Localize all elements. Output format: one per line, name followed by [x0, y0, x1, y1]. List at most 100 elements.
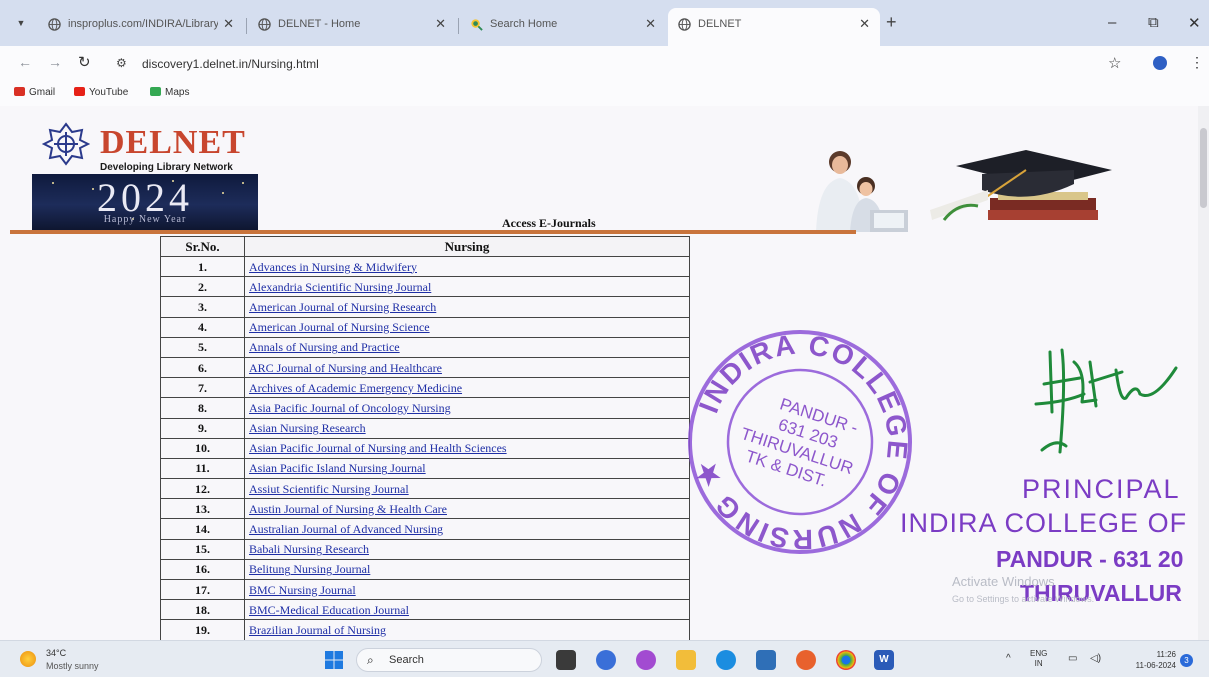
system-clock[interactable]: 11:26 11-06-2024	[1118, 649, 1176, 671]
tab-delnet-active[interactable]: DELNET ✕	[668, 8, 880, 46]
bookmark-gmail[interactable]: Gmail	[14, 87, 55, 98]
journal-link[interactable]: ARC Journal of Nursing and Healthcare	[249, 361, 442, 375]
clock-date: 11-06-2024	[1135, 661, 1176, 670]
meet-chat-icon[interactable]	[596, 650, 616, 670]
file-explorer-icon[interactable]	[676, 650, 696, 670]
journal-link[interactable]: American Journal of Nursing Research	[249, 300, 436, 314]
journal-link[interactable]: Austin Journal of Nursing & Health Care	[249, 502, 447, 516]
journal-link[interactable]: Assiut Scientific Nursing Journal	[249, 482, 409, 496]
bookmark-youtube[interactable]: YouTube	[74, 87, 128, 98]
notification-badge[interactable]: 3	[1180, 654, 1193, 667]
language-code: ENG	[1030, 649, 1048, 658]
tab-search-chevron-icon[interactable]: ▼	[12, 14, 30, 32]
journal-link[interactable]: BMC-Medical Education Journal	[249, 603, 409, 617]
row-number: 1.	[160, 255, 245, 278]
minimize-icon[interactable]: –	[1108, 14, 1116, 31]
row-number: 10.	[160, 437, 245, 459]
table-row: 18. BMC-Medical Education Journal	[160, 599, 690, 621]
journal-cell: Assiut Scientific Nursing Journal	[244, 478, 690, 500]
task-view-icon[interactable]	[556, 650, 576, 670]
bookmark-maps[interactable]: Maps	[150, 87, 189, 98]
globe-icon	[258, 18, 271, 31]
tab-label: DELNET	[698, 18, 742, 30]
banner-subtitle: Happy New Year	[103, 214, 187, 225]
journal-link[interactable]: Brazilian Journal of Nursing	[249, 623, 386, 637]
tab-label: DELNET - Home	[278, 18, 361, 30]
delnet-emblem-icon	[42, 122, 90, 166]
profile-avatar-icon[interactable]	[1153, 56, 1167, 70]
table-row: 1. Advances in Nursing & Midwifery	[160, 255, 690, 278]
row-number: 19.	[160, 619, 245, 640]
tab-delnet-home[interactable]: DELNET - Home ✕	[248, 10, 456, 40]
column-header-srno: Sr.No.	[160, 236, 245, 257]
journal-link[interactable]: Advances in Nursing & Midwifery	[249, 260, 417, 274]
journal-cell: Advances in Nursing & Midwifery	[244, 255, 690, 278]
journal-link[interactable]: Annals of Nursing and Practice	[249, 340, 400, 354]
row-number: 12.	[160, 478, 245, 500]
globe-icon	[678, 18, 691, 31]
journal-link[interactable]: Archives of Academic Emergency Medicine	[249, 381, 462, 395]
row-number: 15.	[160, 538, 245, 560]
journal-link[interactable]: Belitung Nursing Journal	[249, 562, 370, 576]
volume-icon[interactable]: ◁)	[1090, 653, 1101, 664]
windows-taskbar: 34°C Mostly sunny ⌕ Search W ^ ENG IN ▭ …	[0, 640, 1209, 677]
wifi-icon[interactable]: ▭	[1068, 653, 1077, 664]
sun-weather-icon[interactable]	[20, 651, 36, 667]
tray-expand-chevron-icon[interactable]: ^	[1006, 653, 1011, 664]
youtube-icon	[74, 87, 85, 96]
clock-time: 11:26	[1156, 650, 1176, 659]
restore-icon[interactable]: ⧉	[1148, 14, 1159, 31]
windows-start-icon[interactable]	[324, 650, 344, 670]
gmail-icon	[14, 87, 25, 96]
journal-cell: Asian Pacific Island Nursing Journal	[244, 457, 690, 480]
forward-arrow-icon[interactable]: →	[48, 54, 62, 70]
tab-close-icon[interactable]: ✕	[223, 16, 234, 32]
journal-cell: Austin Journal of Nursing & Health Care	[244, 498, 690, 520]
journal-link[interactable]: American Journal of Nursing Science	[249, 320, 430, 334]
more-menu-icon[interactable]: ⋮	[1190, 54, 1204, 71]
reload-icon[interactable]: ↻	[78, 53, 91, 71]
table-row: 4. American Journal of Nursing Science	[160, 316, 690, 338]
journal-link[interactable]: Asia Pacific Journal of Oncology Nursing	[249, 401, 451, 415]
journal-cell: American Journal of Nursing Research	[244, 296, 690, 318]
tab-close-icon[interactable]: ✕	[645, 16, 656, 32]
page-scrollbar[interactable]	[1198, 106, 1209, 640]
window-close-icon[interactable]: ✕	[1188, 14, 1201, 32]
journal-link[interactable]: Asian Pacific Island Nursing Journal	[249, 461, 426, 475]
journal-link[interactable]: Alexandria Scientific Nursing Journal	[249, 280, 431, 294]
firefox-icon[interactable]	[796, 650, 816, 670]
journal-link[interactable]: BMC Nursing Journal	[249, 583, 356, 597]
taskbar-search-box[interactable]: ⌕ Search	[356, 648, 542, 672]
scrollbar-thumb[interactable]	[1200, 128, 1207, 208]
column-header-nursing: Nursing	[244, 236, 690, 257]
tab-close-icon[interactable]: ✕	[859, 16, 870, 32]
keyboard-language[interactable]: ENG IN	[1030, 649, 1047, 669]
row-number: 3.	[160, 296, 245, 318]
chrome-icon[interactable]	[836, 650, 856, 670]
journal-link[interactable]: Asian Nursing Research	[249, 421, 366, 435]
tab-close-icon[interactable]: ✕	[435, 16, 446, 32]
back-arrow-icon[interactable]: ←	[18, 54, 32, 70]
journal-link[interactable]: Australian Journal of Advanced Nursing	[249, 522, 443, 536]
new-tab-plus-icon[interactable]: +	[886, 12, 897, 33]
site-info-tune-icon[interactable]: ⚙	[116, 56, 127, 70]
journal-cell: Asia Pacific Journal of Oncology Nursing	[244, 397, 690, 419]
journal-link[interactable]: Asian Pacific Journal of Nursing and Hea…	[249, 441, 507, 455]
bookmark-star-icon[interactable]: ☆	[1108, 54, 1121, 72]
copilot-icon[interactable]	[636, 650, 656, 670]
browser-tab-strip: ▼ insproplus.com/INDIRA/Library ✕ DELNET…	[0, 0, 1209, 46]
tab-label: Search Home	[490, 18, 558, 30]
url-text[interactable]: discovery1.delnet.in/Nursing.html	[142, 57, 319, 71]
address-bar[interactable]: ⚙ discovery1.delnet.in/Nursing.html	[108, 50, 1138, 78]
tab-insproplus[interactable]: insproplus.com/INDIRA/Library ✕	[38, 10, 244, 40]
principal-seal-line-1: PRINCIPAL	[1022, 474, 1181, 504]
journal-link[interactable]: Babali Nursing Research	[249, 542, 369, 556]
journal-cell: American Journal of Nursing Science	[244, 316, 690, 338]
microsoft-store-icon[interactable]	[756, 650, 776, 670]
edge-browser-icon[interactable]	[716, 650, 736, 670]
tab-search-home[interactable]: Search Home ✕	[460, 10, 666, 40]
row-number: 13.	[160, 498, 245, 520]
row-number: 18.	[160, 599, 245, 621]
journal-cell: BMC-Medical Education Journal	[244, 599, 690, 621]
word-icon[interactable]: W	[874, 650, 894, 670]
